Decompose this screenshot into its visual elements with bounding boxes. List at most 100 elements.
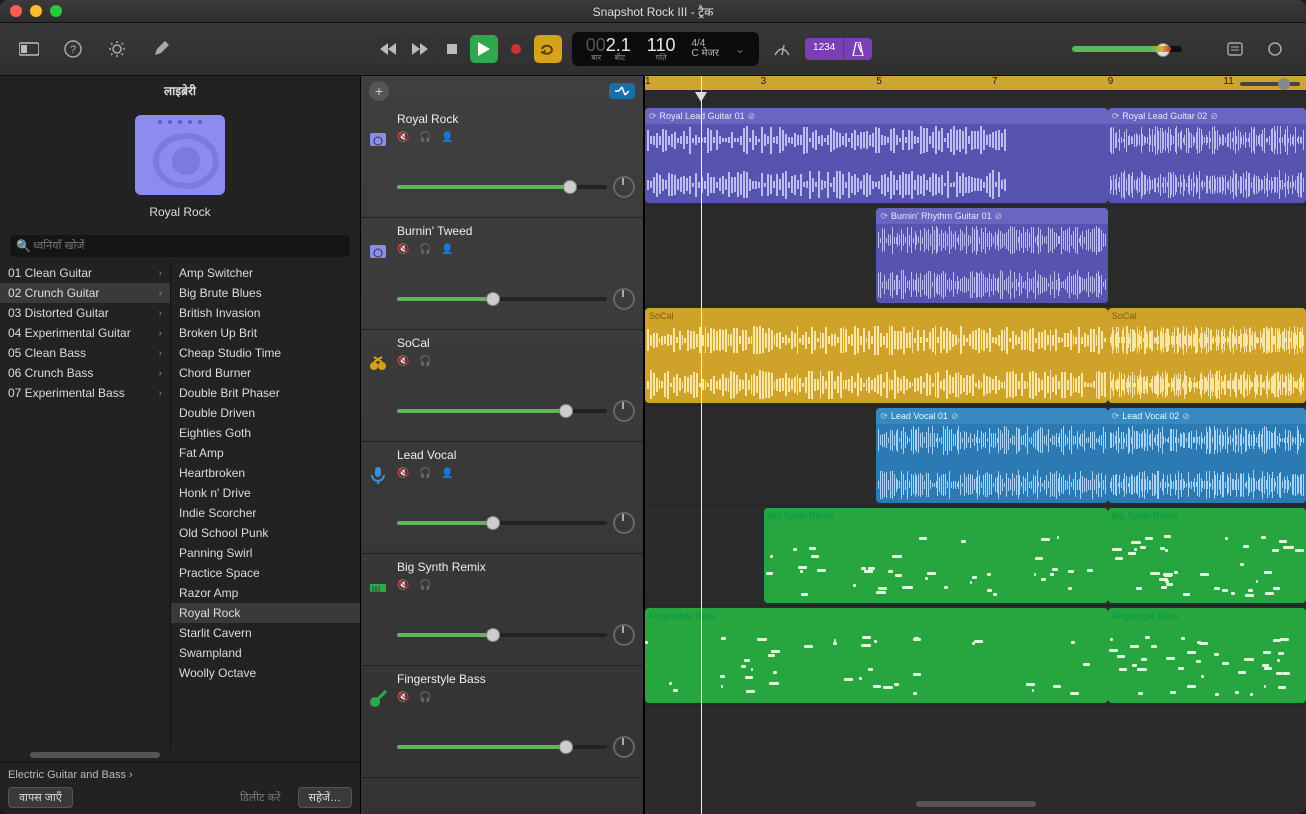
save-button[interactable]: सहेजें… (298, 787, 352, 808)
lcd-key[interactable]: C मेजर (691, 49, 719, 59)
cycle-button[interactable] (534, 35, 562, 63)
library-category[interactable]: 05 Clean Bass› (0, 343, 170, 363)
volume-slider[interactable] (397, 745, 607, 749)
library-patch[interactable]: Starlit Cavern (171, 623, 360, 643)
region[interactable]: ⟳Lead Vocal 01⊘ (876, 408, 1107, 503)
mute-button[interactable]: 🔇 (397, 580, 411, 592)
playhead[interactable] (701, 76, 702, 814)
library-toggle-icon[interactable] (16, 36, 42, 62)
master-volume-slider[interactable] (1072, 46, 1182, 52)
lcd-display[interactable]: 002.1बार बीट 110गति 4/4C मेजर ⌄ (572, 32, 759, 66)
back-button[interactable]: वापस जाएँ (8, 787, 73, 808)
region[interactable]: Fingerstyle Bass (645, 608, 1108, 703)
add-track-button[interactable]: + (369, 81, 389, 101)
volume-slider[interactable] (397, 633, 607, 637)
library-breadcrumb[interactable]: Electric Guitar and Bass › (8, 769, 352, 781)
volume-slider[interactable] (397, 297, 607, 301)
library-patch[interactable]: British Invasion (171, 303, 360, 323)
pan-knob[interactable] (613, 736, 635, 758)
forward-button[interactable] (406, 35, 434, 63)
search-input[interactable] (31, 239, 344, 253)
loops-icon[interactable] (1262, 36, 1288, 62)
track-name[interactable]: Royal Rock (397, 112, 635, 126)
region[interactable]: Big Synth Remix (1108, 508, 1306, 603)
library-col-patches[interactable]: Amp SwitcherBig Brute BluesBritish Invas… (171, 263, 360, 750)
library-patch[interactable]: Broken Up Brit (171, 323, 360, 343)
library-category[interactable]: 02 Crunch Guitar› (0, 283, 170, 303)
zoom-slider[interactable] (1240, 82, 1300, 86)
ruler[interactable]: 1357911 (645, 76, 1306, 106)
solo-button[interactable]: 🎧 (419, 244, 433, 256)
library-patch[interactable]: Practice Space (171, 563, 360, 583)
track-header[interactable]: Burnin' Tweed 🔇 🎧 👤 (361, 218, 643, 330)
track-name[interactable]: Fingerstyle Bass (397, 672, 635, 686)
library-category[interactable]: 01 Clean Guitar› (0, 263, 170, 283)
help-icon[interactable]: ? (60, 36, 86, 62)
edit-icon[interactable] (148, 36, 174, 62)
record-button[interactable] (502, 35, 530, 63)
input-button[interactable]: 👤 (441, 132, 455, 144)
library-patch[interactable]: Fat Amp (171, 443, 360, 463)
pan-knob[interactable] (613, 512, 635, 534)
volume-slider[interactable] (397, 409, 607, 413)
library-patch[interactable]: Razor Amp (171, 583, 360, 603)
countin-button[interactable]: 1234 (805, 38, 843, 60)
region[interactable]: ⟳Royal Lead Guitar 01⊘ (645, 108, 1108, 203)
lcd-chevron-icon[interactable]: ⌄ (735, 42, 745, 56)
region[interactable]: ⟳Lead Vocal 02⊘ (1108, 408, 1306, 503)
library-patch[interactable]: Honk n' Drive (171, 483, 360, 503)
library-patch[interactable]: Eighties Goth (171, 423, 360, 443)
library-category[interactable]: 03 Distorted Guitar› (0, 303, 170, 323)
stop-button[interactable] (438, 35, 466, 63)
track-name[interactable]: Big Synth Remix (397, 560, 635, 574)
library-category[interactable]: 07 Experimental Bass› (0, 383, 170, 403)
library-category[interactable]: 06 Crunch Bass› (0, 363, 170, 383)
pan-knob[interactable] (613, 176, 635, 198)
solo-button[interactable]: 🎧 (419, 580, 433, 592)
track-header[interactable]: Lead Vocal🔇🎧👤 (361, 442, 643, 554)
rewind-button[interactable] (374, 35, 402, 63)
arrange-hscroll[interactable] (645, 801, 1306, 811)
library-category[interactable]: 04 Experimental Guitar› (0, 323, 170, 343)
mute-button[interactable]: 🔇 (397, 692, 411, 704)
cycle-range[interactable] (645, 76, 1306, 90)
library-patch[interactable]: Big Brute Blues (171, 283, 360, 303)
play-button[interactable] (470, 35, 498, 63)
library-patch[interactable]: Chord Burner (171, 363, 360, 383)
track-header[interactable]: Fingerstyle Bass 🔇 🎧 (361, 666, 643, 778)
volume-slider[interactable] (397, 185, 607, 189)
library-patch[interactable]: Royal Rock (171, 603, 360, 623)
lcd-tempo[interactable]: 110 (647, 36, 676, 54)
notepad-icon[interactable] (1222, 36, 1248, 62)
library-patch[interactable]: Old School Punk (171, 523, 360, 543)
library-patch[interactable]: Double Brit Phaser (171, 383, 360, 403)
pan-knob[interactable] (613, 288, 635, 310)
mute-button[interactable]: 🔇 (397, 132, 411, 144)
solo-button[interactable]: 🎧 (419, 468, 433, 480)
track-header[interactable]: Big Synth Remix 🔇 🎧 (361, 554, 643, 666)
library-patch[interactable]: Swampland (171, 643, 360, 663)
library-patch[interactable]: Amp Switcher (171, 263, 360, 283)
region[interactable]: Fingerstyle Bass (1108, 608, 1306, 703)
library-search[interactable]: 🔍 (10, 235, 350, 257)
input-button[interactable]: 👤 (441, 244, 455, 256)
mute-button[interactable]: 🔇 (397, 244, 411, 256)
tuner-icon[interactable] (769, 36, 795, 62)
volume-slider[interactable] (397, 521, 607, 525)
region[interactable]: SoCal (1108, 308, 1306, 403)
solo-button[interactable]: 🎧 (419, 692, 433, 704)
track-view-button[interactable] (609, 83, 635, 99)
track-name[interactable]: SoCal (397, 336, 635, 350)
display-settings-icon[interactable] (104, 36, 130, 62)
input-button[interactable]: 👤 (441, 468, 455, 480)
delete-button[interactable]: डिलीट करें (229, 787, 292, 808)
library-col-categories[interactable]: 01 Clean Guitar›02 Crunch Guitar›03 Dist… (0, 263, 171, 750)
track-name[interactable]: Burnin' Tweed (397, 224, 635, 238)
pan-knob[interactable] (613, 400, 635, 422)
library-patch[interactable]: Woolly Octave (171, 663, 360, 683)
pan-knob[interactable] (613, 624, 635, 646)
region[interactable]: ⟳Burnin' Rhythm Guitar 01⊘ (876, 208, 1107, 303)
solo-button[interactable]: 🎧 (419, 356, 433, 368)
region[interactable]: SoCal (645, 308, 1108, 403)
library-hscroll[interactable] (0, 750, 360, 762)
